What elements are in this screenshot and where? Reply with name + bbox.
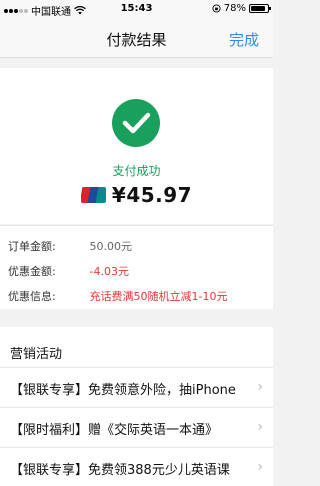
nav-bar: 付款结果 完成 xyxy=(0,20,273,58)
rotation-lock-icon xyxy=(212,4,221,13)
promo-item-text: 【银联专享】免费领388元少儿英语课 xyxy=(10,463,230,478)
promo-item-text: 【限时福利】赠《交际英语一本通》 xyxy=(10,423,219,438)
done-button[interactable]: 完成 xyxy=(229,29,259,50)
discount-info-row: 优惠信息: 充话费满50随机立减1-10元 xyxy=(8,288,227,304)
discount-amount-row: 优惠金额: -4.03元 xyxy=(8,263,129,279)
order-details: 订单金额: 50.00元 优惠金额: -4.03元 优惠信息: 充话费满50随机… xyxy=(0,225,273,309)
amount-row: ¥45.97 xyxy=(0,183,273,207)
status-bar: 中国联通 15:43 78% xyxy=(0,0,273,20)
promo-item[interactable]: 【银联专享】免费领388元少儿英语课 › xyxy=(0,447,273,486)
order-amount-row: 订单金额: 50.00元 xyxy=(8,238,132,254)
promo-item[interactable]: 【限时福利】赠《交际英语一本通》 › xyxy=(0,407,273,447)
success-check-icon xyxy=(112,99,160,147)
discount-info-value: 充话费满50随机立减1-10元 xyxy=(89,290,228,303)
payment-result-panel: 支付成功 ¥45.97 xyxy=(0,68,273,224)
order-amount-value: 50.00元 xyxy=(89,240,133,253)
promotions-title: 营销活动 xyxy=(10,347,63,362)
chevron-right-icon: › xyxy=(257,379,263,395)
status-right: 78% xyxy=(212,3,271,14)
discount-amount-label: 优惠金额: xyxy=(8,265,56,278)
chevron-right-icon: › xyxy=(257,419,263,435)
paid-amount: ¥45.97 xyxy=(111,183,193,207)
promo-item-text: 【银联专享】免费领意外险，抽iPhone xyxy=(10,383,236,398)
chevron-right-icon: › xyxy=(257,459,263,475)
discount-amount-value: -4.03元 xyxy=(89,265,129,278)
battery-icon xyxy=(249,4,271,13)
payment-status-text: 支付成功 xyxy=(112,164,161,178)
order-amount-label: 订单金额: xyxy=(8,240,56,253)
unionpay-icon xyxy=(80,187,106,203)
discount-info-label: 优惠信息: xyxy=(8,290,56,303)
promo-item[interactable]: 【银联专享】免费领意外险，抽iPhone › xyxy=(0,367,273,407)
battery-percent: 78% xyxy=(223,3,246,14)
promotions-panel: 营销活动 【银联专享】免费领意外险，抽iPhone › 【限时福利】赠《交际英语… xyxy=(0,327,273,486)
